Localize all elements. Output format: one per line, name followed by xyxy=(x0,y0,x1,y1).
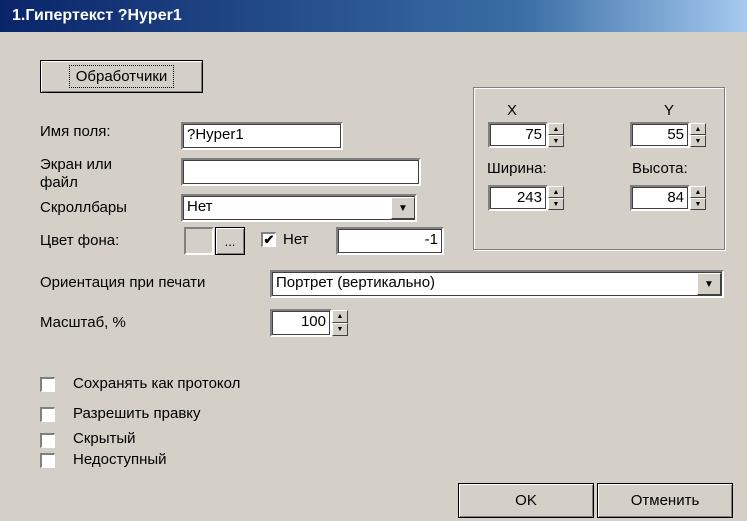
height-spinner[interactable]: ▲ ▼ xyxy=(690,186,706,210)
spin-up-icon[interactable]: ▲ xyxy=(548,123,564,135)
bg-color-none-label: Нет xyxy=(283,231,309,248)
spin-down-icon[interactable]: ▼ xyxy=(690,135,706,147)
bg-color-swatch xyxy=(184,227,214,255)
scale-input[interactable]: 100 xyxy=(270,309,332,337)
ok-button[interactable]: OK xyxy=(458,483,594,518)
y-input[interactable]: 55 xyxy=(630,122,690,148)
scrollbars-label: Скроллбары xyxy=(40,199,127,216)
spin-down-icon[interactable]: ▼ xyxy=(548,198,564,210)
field-name-input[interactable]: ?Hyper1 xyxy=(181,122,343,150)
field-name-label: Имя поля: xyxy=(40,123,111,140)
spin-down-icon[interactable]: ▼ xyxy=(548,135,564,147)
spin-up-icon[interactable]: ▲ xyxy=(690,123,706,135)
handlers-button[interactable]: Обработчики xyxy=(40,60,203,93)
spin-down-icon[interactable]: ▼ xyxy=(332,323,348,336)
height-input[interactable]: 84 xyxy=(630,185,690,211)
bg-color-label: Цвет фона: xyxy=(40,232,120,249)
y-label: Y xyxy=(664,102,675,119)
scrollbars-dropdown-icon[interactable]: ▼ xyxy=(391,197,415,219)
spin-up-icon[interactable]: ▲ xyxy=(332,310,348,323)
y-spinner[interactable]: ▲ ▼ xyxy=(690,123,706,147)
save-as-protocol-checkbox[interactable] xyxy=(40,377,55,392)
spin-up-icon[interactable]: ▲ xyxy=(548,186,564,198)
scrollbars-select[interactable]: Нет xyxy=(181,194,417,222)
scrollbars-value: Нет xyxy=(187,198,213,215)
bg-color-value-input[interactable]: -1 xyxy=(336,227,444,255)
print-orientation-label: Ориентация при печати xyxy=(40,274,206,291)
save-as-protocol-label: Сохранять как протокол xyxy=(73,375,241,392)
x-input[interactable]: 75 xyxy=(488,122,548,148)
screen-or-file-input[interactable] xyxy=(181,158,421,186)
disabled-checkbox[interactable] xyxy=(40,453,55,468)
width-input[interactable]: 243 xyxy=(488,185,548,211)
screen-or-file-label-line2: файл xyxy=(40,174,78,191)
print-orientation-dropdown-icon[interactable]: ▼ xyxy=(697,273,721,295)
cancel-button[interactable]: Отменить xyxy=(597,483,733,518)
handlers-button-label: Обработчики xyxy=(68,65,175,88)
spin-down-icon[interactable]: ▼ xyxy=(690,198,706,210)
screen-or-file-label-line1: Экран или xyxy=(40,156,112,173)
checkmark-icon: ✔ xyxy=(263,232,275,247)
scale-spinner[interactable]: ▲ ▼ xyxy=(332,310,348,336)
x-label: X xyxy=(507,102,518,119)
bg-color-browse-button[interactable]: ... xyxy=(215,227,245,255)
width-spinner[interactable]: ▲ ▼ xyxy=(548,186,564,210)
window-title: 1.Гипертекст ?Hyper1 xyxy=(0,0,747,32)
print-orientation-value: Портрет (вертикально) xyxy=(276,274,436,291)
print-orientation-select[interactable]: Портрет (вертикально) xyxy=(270,270,724,298)
hidden-checkbox[interactable] xyxy=(40,433,55,448)
spin-up-icon[interactable]: ▲ xyxy=(690,186,706,198)
scale-label: Масштаб, % xyxy=(40,314,126,331)
bg-color-none-checkbox[interactable]: ✔ xyxy=(261,232,276,247)
allow-edit-checkbox[interactable] xyxy=(40,407,55,422)
x-spinner[interactable]: ▲ ▼ xyxy=(548,123,564,147)
allow-edit-label: Разрешить правку xyxy=(73,405,201,422)
disabled-label: Недоступный xyxy=(73,451,167,468)
height-label: Высота: xyxy=(632,160,688,177)
width-label: Ширина: xyxy=(487,160,547,177)
hidden-label: Скрытый xyxy=(73,430,136,447)
